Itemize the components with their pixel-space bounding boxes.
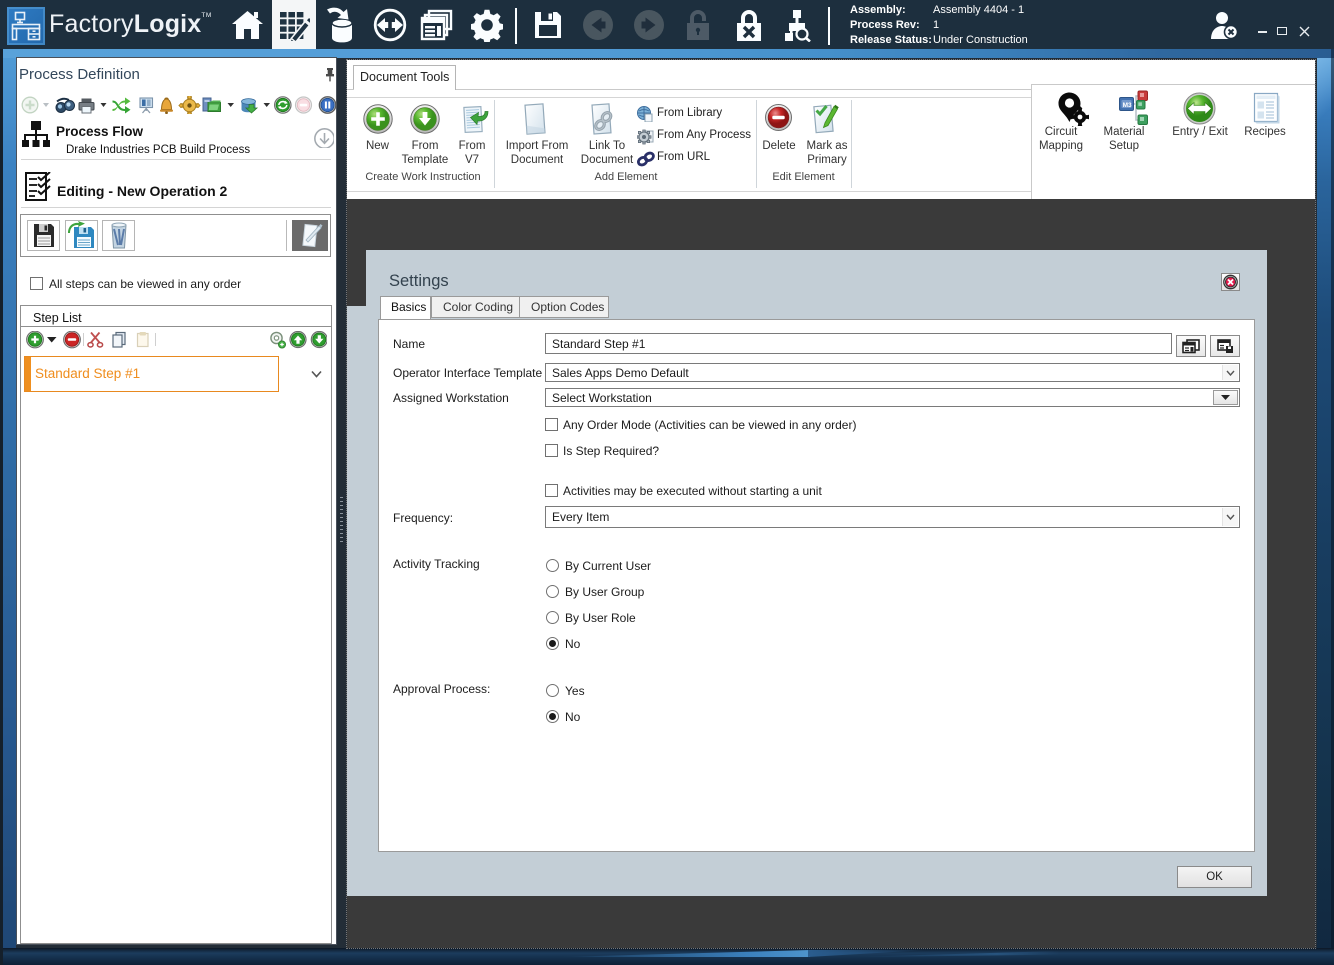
svg-text:M3: M3 (1123, 102, 1132, 109)
